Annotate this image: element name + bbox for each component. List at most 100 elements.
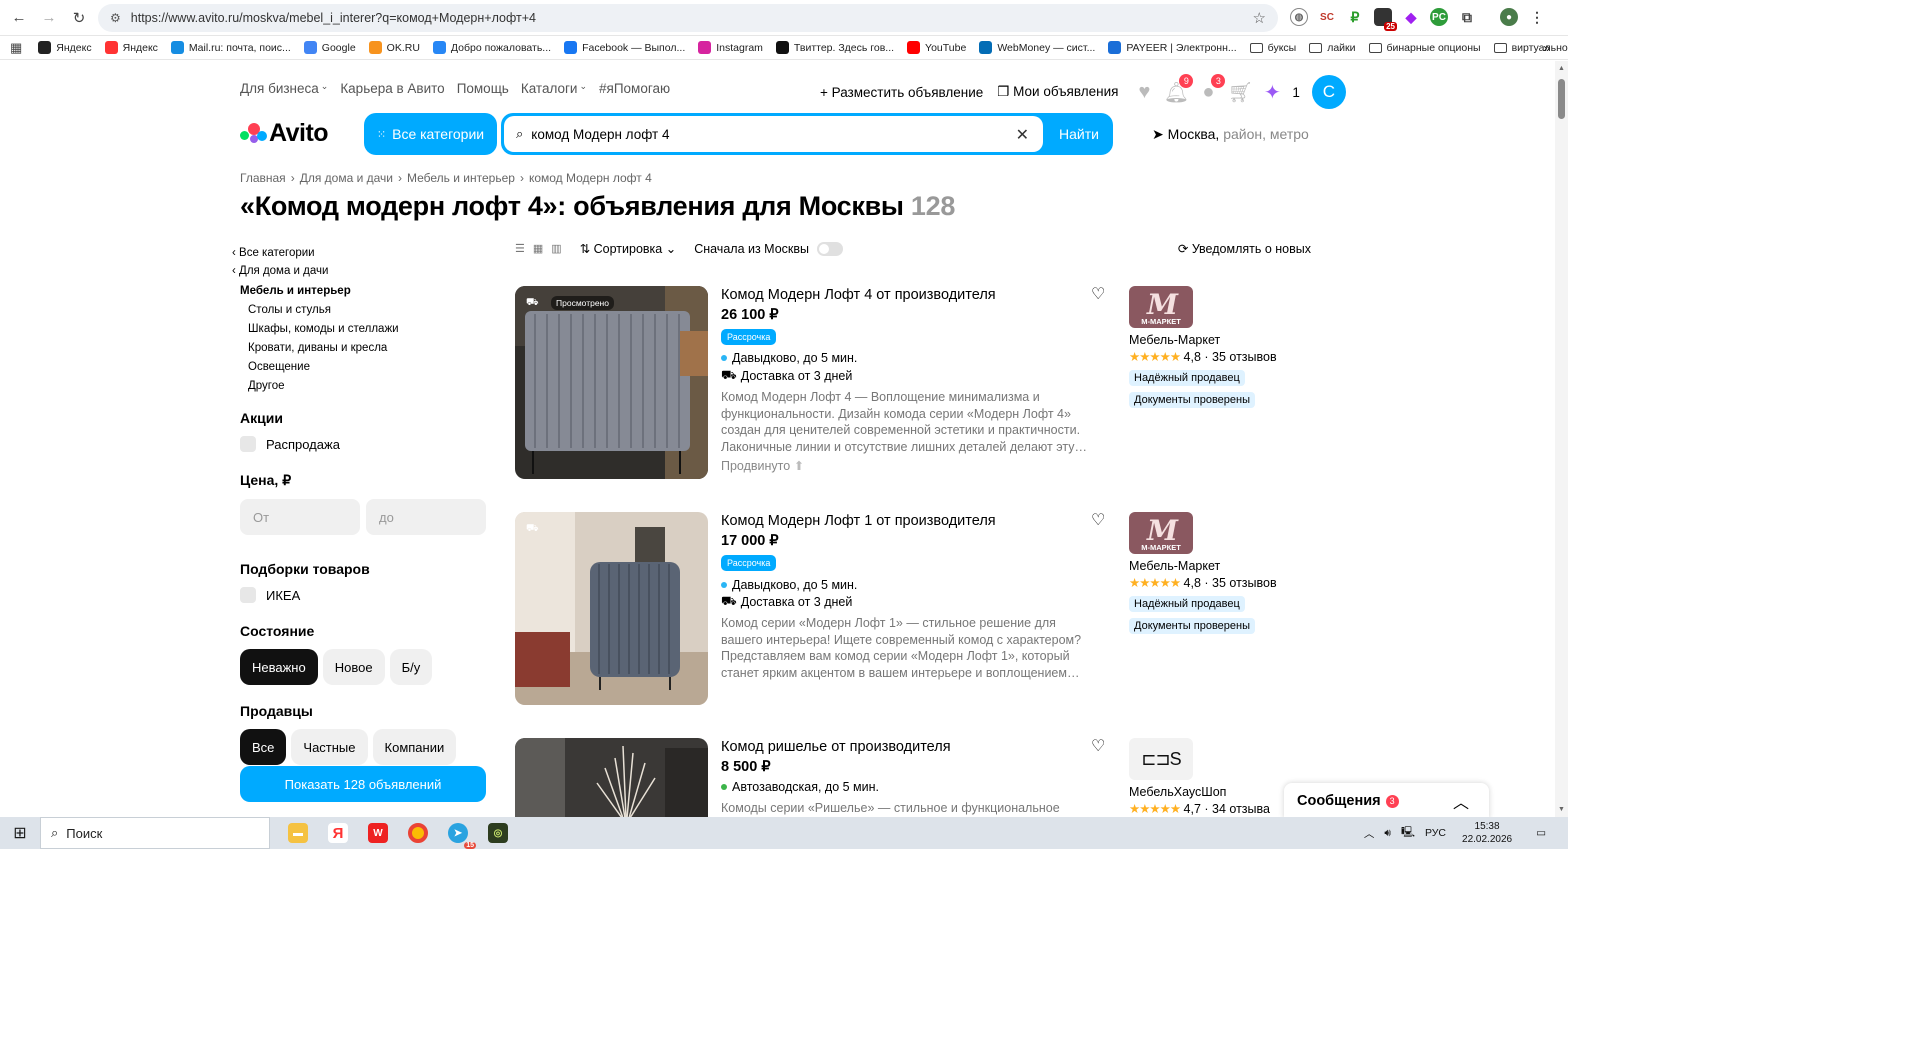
listing-card[interactable]: ⛟ Просмотрено Комод Модерн Лофт 4 от про… [515,286,1311,479]
crumb-home-garden[interactable]: Для дома и дачи [300,171,393,185]
promo-lightning-icon[interactable]: ✦ [1260,80,1284,104]
condition-new[interactable]: Новое [322,649,385,685]
listing-title[interactable]: Комод Модерн Лофт 4 от производителя [721,287,996,303]
notify-new-button[interactable]: ⟳ Уведомлять о новых [1178,241,1311,256]
seller-block[interactable]: M M-МАРКЕТ Мебель-Маркет ★★★★★ 4,8 · 35 о… [1129,286,1319,408]
bookmark-folder[interactable]: лайки [1309,42,1356,54]
sellers-companies[interactable]: Компании [372,729,457,765]
avatar[interactable]: C [1311,75,1346,109]
condition-any[interactable]: Неважно [240,649,318,685]
back-icon[interactable]: ← [8,7,30,29]
search-button[interactable]: Найти [1045,113,1113,155]
network-icon[interactable]: 🖳 [1401,824,1415,842]
cart-icon[interactable]: 🛒︎ [1228,80,1253,104]
favorite-heart-icon[interactable]: ♡ [1091,510,1105,530]
clock[interactable]: 15:38 22.02.2026 [1462,820,1512,846]
favorite-heart-icon[interactable]: ♡ [1091,736,1105,756]
page-scrollbar[interactable]: ▲ ▼ [1555,61,1568,817]
condition-used[interactable]: Б/у [389,649,433,685]
forward-icon[interactable]: → [38,7,60,29]
more-bookmarks-icon[interactable]: » [1543,41,1550,55]
subcategory-wardrobes[interactable]: Шкафы, комоды и стеллажи [248,323,492,335]
telegram-icon[interactable]: ➤ 15 [448,823,476,849]
bookmark-item[interactable]: Instagram [698,41,763,54]
listing-card[interactable]: ⛟ Комод Модерн Лофт 1 от производителя 1… [515,512,1311,705]
puzzle-icon[interactable]: ⧉ [1458,8,1476,26]
bookmark-folder[interactable]: буксы [1249,42,1296,54]
map-view-icon[interactable]: ▥ [551,242,561,255]
gem-extension-icon[interactable]: ◆ [1402,8,1420,26]
subcategory-tables[interactable]: Столы и стулья [248,304,492,316]
post-ad-link[interactable]: + Разместить объявление [820,85,983,100]
my-ads-link[interactable]: ❐ Мои объявления [997,84,1118,100]
seller-block[interactable]: M M-МАРКЕТ Мебель-Маркет ★★★★★ 4,8 · 35 о… [1129,512,1319,634]
sc-extension-icon[interactable]: SC [1318,8,1336,26]
location-selector[interactable]: ➤ Москва, район, метро [1152,126,1309,143]
favorites-heart-icon[interactable]: ♥ [1132,80,1156,104]
sellers-all[interactable]: Все [240,729,287,765]
app-icon[interactable]: ◎ [488,823,508,843]
listing-title[interactable]: Комод Модерн Лофт 1 от производителя [721,513,996,529]
translate-icon[interactable]: ◍ [1290,8,1308,26]
avito-logo[interactable]: Avito [240,119,329,148]
nav-catalogs[interactable]: Каталоги [521,81,578,96]
bookmark-item[interactable]: Яндекс [38,41,92,54]
bookmark-item[interactable]: Facebook — Выпол... [564,41,685,54]
chrome-icon[interactable] [408,823,428,843]
volume-icon[interactable]: 🔊︎ [1384,827,1391,840]
calendar-extension-icon[interactable]: 25 [1374,8,1397,31]
back-home-garden[interactable]: ‹ Для дома и дачи [232,265,492,277]
listing-photo[interactable] [515,738,708,817]
back-all-categories[interactable]: ‹ Все категории [232,247,492,259]
nav-ihelp[interactable]: #яПомогаю [599,81,670,96]
seller-logo[interactable]: M M-МАРКЕТ [1129,512,1193,554]
ikea-checkbox[interactable]: ИКЕА [240,587,492,603]
favorite-heart-icon[interactable]: ♡ [1091,284,1105,304]
language-indicator[interactable]: РУС [1425,827,1446,839]
seller-logo[interactable]: M M-МАРКЕТ [1129,286,1193,328]
bookmark-star-icon[interactable]: ☆ [1253,9,1266,27]
taskbar-search[interactable]: ⌕ Поиск [40,817,270,849]
notifications-icon[interactable]: ▭ [1536,827,1546,839]
clear-icon[interactable]: ✕ [1016,125,1029,145]
notifications-bell-icon[interactable]: 🔔︎ 9 [1164,74,1194,104]
sort-dropdown[interactable]: ⇅ Сортировка ⌄ [580,241,677,256]
file-explorer-icon[interactable]: ▬ [288,823,308,843]
messages-icon[interactable]: ● 3 [1196,74,1226,104]
seller-logo[interactable]: ⊏⊐S [1129,738,1193,780]
all-categories-button[interactable]: ⁙ Все категории [364,113,497,155]
menu-icon[interactable]: ⋮ [1528,8,1546,26]
site-info-icon[interactable]: ⚙ [110,11,121,25]
search-input[interactable]: ⌕ комод Модерн лофт 4 ✕ [504,116,1043,152]
seller-name[interactable]: Мебель-Маркет [1129,333,1319,347]
bookmark-item[interactable]: Твиттер. Здесь гов... [775,41,894,54]
crumb-home[interactable]: Главная [240,171,286,185]
messages-widget[interactable]: Сообщения 3 ︿ [1284,783,1489,817]
subcategory-lighting[interactable]: Освещение [248,361,492,373]
sellers-private[interactable]: Частные [291,729,368,765]
listing-photo[interactable]: ⛟ Просмотрено [515,286,708,479]
subcategory-beds[interactable]: Кровати, диваны и кресла [248,342,492,354]
nav-help[interactable]: Помощь [457,81,509,96]
seller-name[interactable]: Мебель-Маркет [1129,559,1319,573]
ruble-extension-icon[interactable]: ₽ [1346,8,1364,26]
moscow-first-toggle[interactable] [817,241,844,256]
windows-start-icon[interactable]: ⊞ [0,823,40,843]
listing-title[interactable]: Комод ришелье от производителя [721,739,951,755]
crumb-furniture[interactable]: Мебель и интерьер [407,171,515,185]
chevron-up-icon[interactable]: ︿ [1453,789,1469,813]
show-results-button[interactable]: Показать 128 объявлений [240,766,486,802]
bookmark-item[interactable]: WebMoney — сист... [979,41,1095,54]
listing-photo[interactable]: ⛟ [515,512,708,705]
bookmark-item[interactable]: Mail.ru: почта, поис... [170,41,291,54]
bookmark-item[interactable]: Google [303,41,356,54]
sale-checkbox[interactable]: Распродажа [240,436,492,452]
bookmark-folder[interactable]: бинарные опционы [1368,42,1481,54]
scrollbar-thumb[interactable] [1558,79,1565,119]
pc-extension-icon[interactable]: PC [1430,8,1448,26]
yandex-browser-icon[interactable]: Я [328,823,348,843]
list-view-icon[interactable]: ☰ [515,242,525,255]
nav-business[interactable]: Для бизнеса [240,81,319,96]
bookmark-item[interactable]: YouTube [907,41,966,54]
tray-chevron-icon[interactable]: ︿ [1364,826,1375,841]
